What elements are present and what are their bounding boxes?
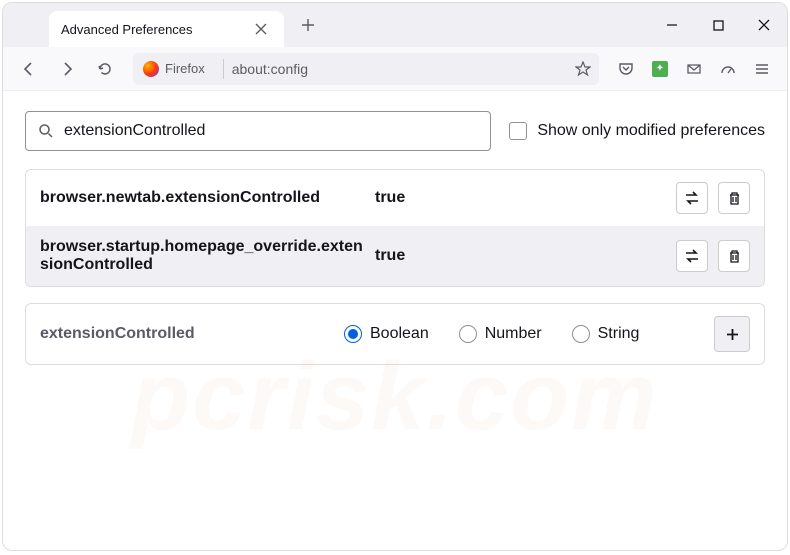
radio-icon: [572, 325, 590, 343]
delete-button[interactable]: [718, 182, 750, 214]
extension-icon[interactable]: ✦: [645, 54, 675, 84]
divider: [223, 59, 224, 79]
pref-value: true: [375, 247, 666, 265]
type-radio-string[interactable]: String: [572, 325, 640, 343]
pref-row: browser.startup.homepage_override.extens…: [26, 226, 764, 286]
search-input[interactable]: [64, 122, 478, 140]
add-button[interactable]: [714, 316, 750, 352]
titlebar: Advanced Preferences: [3, 3, 787, 47]
bookmark-star-icon[interactable]: [575, 61, 591, 77]
preferences-list: browser.newtab.extensionControlled true …: [25, 169, 765, 287]
pocket-icon[interactable]: [611, 54, 641, 84]
checkbox-label: Show only modified preferences: [537, 122, 765, 140]
new-pref-row: extensionControlled Boolean Number Strin…: [25, 303, 765, 365]
gauge-icon[interactable]: [713, 54, 743, 84]
site-identity[interactable]: Firefox: [141, 59, 215, 79]
reload-button[interactable]: [89, 54, 121, 84]
tab-title: Advanced Preferences: [61, 22, 193, 37]
type-radio-number[interactable]: Number: [459, 325, 542, 343]
menu-icon[interactable]: [747, 54, 777, 84]
toggle-button[interactable]: [676, 240, 708, 272]
minimize-button[interactable]: [649, 3, 695, 47]
url-bar[interactable]: Firefox about:config: [133, 53, 599, 85]
radio-icon: [459, 325, 477, 343]
toolbar: Firefox about:config ✦: [3, 47, 787, 91]
url-text: about:config: [232, 61, 567, 77]
show-modified-checkbox[interactable]: Show only modified preferences: [509, 122, 765, 140]
browser-tab[interactable]: Advanced Preferences: [49, 11, 284, 47]
pref-value: true: [375, 189, 666, 207]
identity-label: Firefox: [165, 61, 205, 76]
checkbox-icon: [509, 122, 527, 140]
new-tab-button[interactable]: [294, 11, 322, 39]
inbox-icon[interactable]: [679, 54, 709, 84]
radio-icon: [344, 325, 362, 343]
delete-button[interactable]: [718, 240, 750, 272]
maximize-button[interactable]: [695, 3, 741, 47]
pref-name: browser.startup.homepage_override.extens…: [40, 238, 365, 274]
search-box[interactable]: [25, 111, 491, 151]
firefox-icon: [143, 61, 159, 77]
toggle-button[interactable]: [676, 182, 708, 214]
close-window-button[interactable]: [741, 3, 787, 47]
new-pref-name: extensionControlled: [40, 325, 330, 343]
forward-button[interactable]: [51, 54, 83, 84]
content-area: Show only modified preferences browser.n…: [3, 91, 787, 385]
pref-name: browser.newtab.extensionControlled: [40, 189, 365, 207]
search-icon: [38, 123, 54, 139]
pref-row: browser.newtab.extensionControlled true: [26, 170, 764, 226]
type-radio-boolean[interactable]: Boolean: [344, 325, 429, 343]
back-button[interactable]: [13, 54, 45, 84]
close-tab-icon[interactable]: [253, 21, 269, 37]
